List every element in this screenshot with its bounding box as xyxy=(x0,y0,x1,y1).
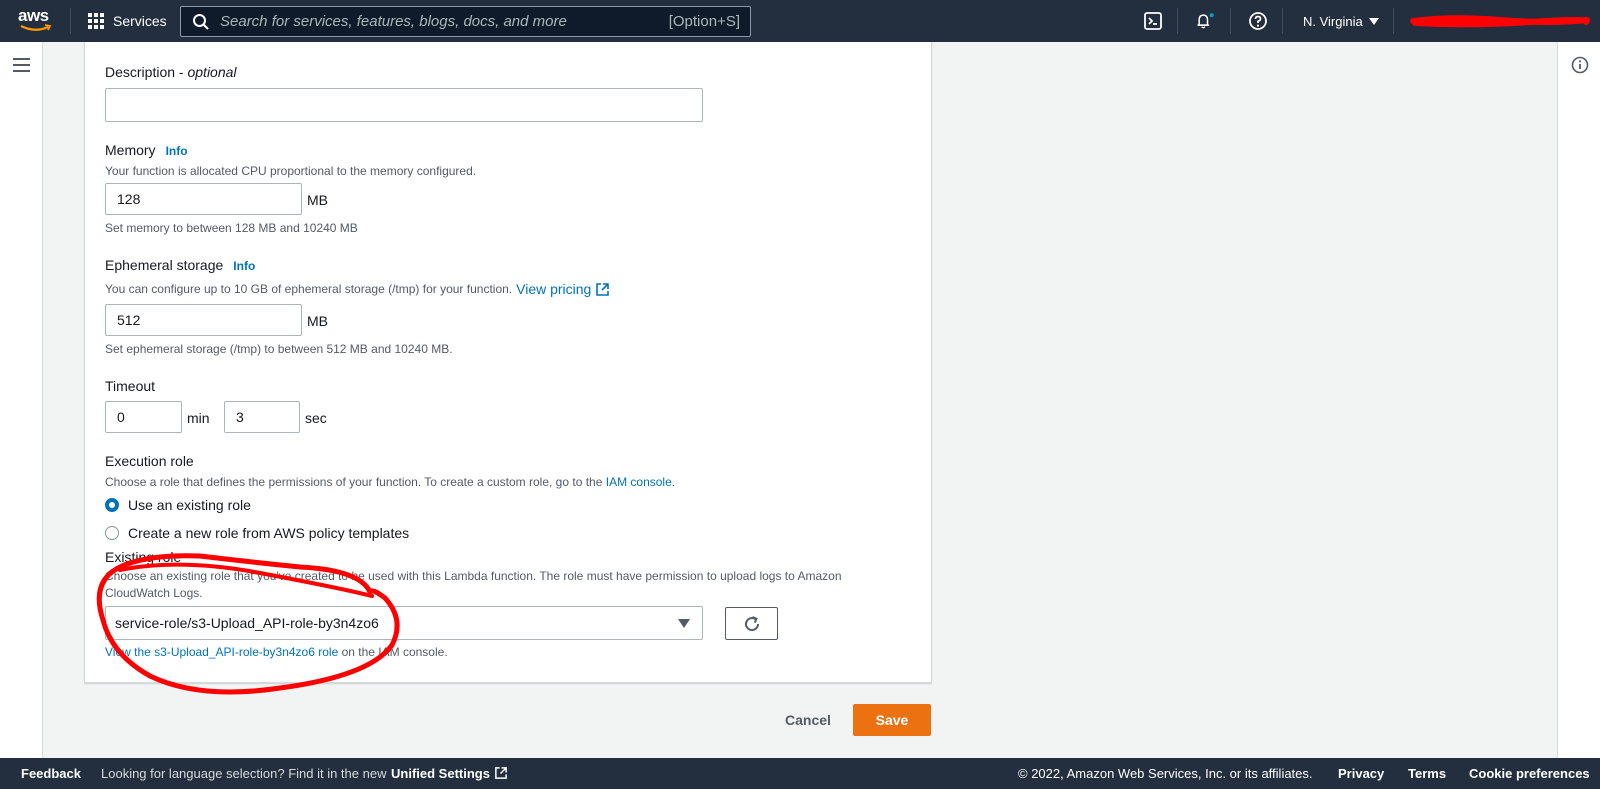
region-selector[interactable]: N. Virginia xyxy=(1303,0,1379,42)
nav-divider xyxy=(1282,8,1283,34)
timeout-sec-input[interactable] xyxy=(224,401,300,433)
basic-settings-panel xyxy=(84,42,932,683)
aws-logo[interactable]: aws xyxy=(18,7,54,35)
region-label: N. Virginia xyxy=(1303,13,1363,29)
notifications-bell-icon[interactable] xyxy=(1195,11,1215,31)
description-input[interactable] xyxy=(105,88,703,122)
radio-create-role-from-templates[interactable]: Create a new role from AWS policy templa… xyxy=(105,525,409,541)
radio-label: Use an existing role xyxy=(128,497,251,513)
view-role-help: View the s3-Upload_API-role-by3n4zo6 rol… xyxy=(105,645,448,659)
timeout-min-input[interactable] xyxy=(105,401,182,433)
ephemeral-help-text: You can configure up to 10 GB of ephemer… xyxy=(105,281,610,297)
ephemeral-storage-label: Ephemeral storage Info xyxy=(105,257,256,273)
view-pricing-link[interactable]: View pricing xyxy=(516,281,591,297)
iam-console-link[interactable]: IAM console xyxy=(606,475,672,489)
radio-unchecked-icon[interactable] xyxy=(105,526,119,540)
existing-role-select[interactable]: service-role/s3-Upload_API-role-by3n4zo6 xyxy=(105,606,703,640)
top-navigation: aws Services [Option+S] xyxy=(0,0,1600,42)
ephemeral-constraint-text: Set ephemeral storage (/tmp) to between … xyxy=(105,342,453,356)
caret-down-icon xyxy=(678,619,690,628)
memory-unit: MB xyxy=(307,192,328,208)
memory-help-text: Your function is allocated CPU proportio… xyxy=(105,164,477,178)
redacted-account-scribble xyxy=(1410,15,1590,28)
refresh-icon xyxy=(744,615,759,631)
cloudshell-icon[interactable] xyxy=(1143,11,1163,31)
nav-divider xyxy=(1393,8,1394,34)
optional-marker: optional xyxy=(187,64,237,80)
cancel-button[interactable]: Cancel xyxy=(775,704,841,736)
tools-panel-rail xyxy=(1557,42,1600,758)
timeout-min-unit: min xyxy=(187,410,210,426)
aws-logo-text: aws xyxy=(18,6,49,25)
timeout-label: Timeout xyxy=(105,378,156,394)
search-input[interactable] xyxy=(220,13,669,30)
console-footer: Feedback Looking for language selection?… xyxy=(0,758,1600,789)
info-panel-icon[interactable] xyxy=(1571,56,1589,74)
language-prompt-text: Looking for language selection? Find it … xyxy=(101,766,387,781)
grid-icon xyxy=(88,13,104,29)
feedback-link[interactable]: Feedback xyxy=(21,766,81,781)
search-shortcut-hint: [Option+S] xyxy=(668,13,740,30)
services-menu-button[interactable]: Services xyxy=(88,0,167,42)
external-link-icon xyxy=(495,767,507,779)
existing-role-selected-value: service-role/s3-Upload_API-role-by3n4zo6 xyxy=(115,615,379,631)
nav-divider xyxy=(70,8,71,34)
menu-hamburger-icon[interactable] xyxy=(13,58,30,72)
timeout-sec-unit: sec xyxy=(305,410,327,426)
memory-constraint-text: Set memory to between 128 MB and 10240 M… xyxy=(105,221,358,235)
privacy-link[interactable]: Privacy xyxy=(1338,766,1384,781)
services-label: Services xyxy=(113,13,167,29)
save-button[interactable]: Save xyxy=(853,704,931,736)
execution-role-help-text: Choose a role that defines the permissio… xyxy=(105,475,676,489)
memory-info-link[interactable]: Info xyxy=(166,144,188,158)
radio-checked-icon[interactable] xyxy=(105,498,119,512)
help-icon[interactable] xyxy=(1248,11,1268,31)
aws-smile-icon xyxy=(20,24,52,31)
memory-input[interactable] xyxy=(105,183,302,215)
execution-role-label: Execution role xyxy=(105,453,194,469)
caret-down-icon xyxy=(1368,17,1379,25)
nav-divider xyxy=(1177,8,1178,34)
terms-link[interactable]: Terms xyxy=(1408,766,1446,781)
radio-use-existing-role[interactable]: Use an existing role xyxy=(105,497,251,513)
cookie-preferences-link[interactable]: Cookie preferences xyxy=(1469,766,1590,781)
ephemeral-storage-input[interactable] xyxy=(105,304,302,336)
view-role-link[interactable]: View the s3-Upload_API-role-by3n4zo6 rol… xyxy=(105,645,338,659)
ephemeral-unit: MB xyxy=(307,313,328,329)
external-link-icon xyxy=(596,282,610,296)
radio-label: Create a new role from AWS policy templa… xyxy=(128,525,410,541)
copyright-text: © 2022, Amazon Web Services, Inc. or its… xyxy=(1018,766,1313,781)
existing-role-help-line-1: Choose an existing role that you've crea… xyxy=(105,569,842,583)
nav-divider xyxy=(1230,8,1231,34)
memory-label: Memory Info xyxy=(105,142,188,158)
side-navigation-rail xyxy=(0,42,43,758)
ephemeral-info-link[interactable]: Info xyxy=(233,259,255,273)
search-icon xyxy=(193,13,209,30)
description-label: Description - optional xyxy=(105,64,237,80)
search-bar[interactable]: [Option+S] xyxy=(180,6,751,37)
existing-role-help-line-2: CloudWatch Logs. xyxy=(105,586,203,600)
existing-role-label: Existing role xyxy=(105,549,182,565)
unified-settings-link[interactable]: Unified Settings xyxy=(391,766,508,781)
refresh-roles-button[interactable] xyxy=(725,607,778,640)
